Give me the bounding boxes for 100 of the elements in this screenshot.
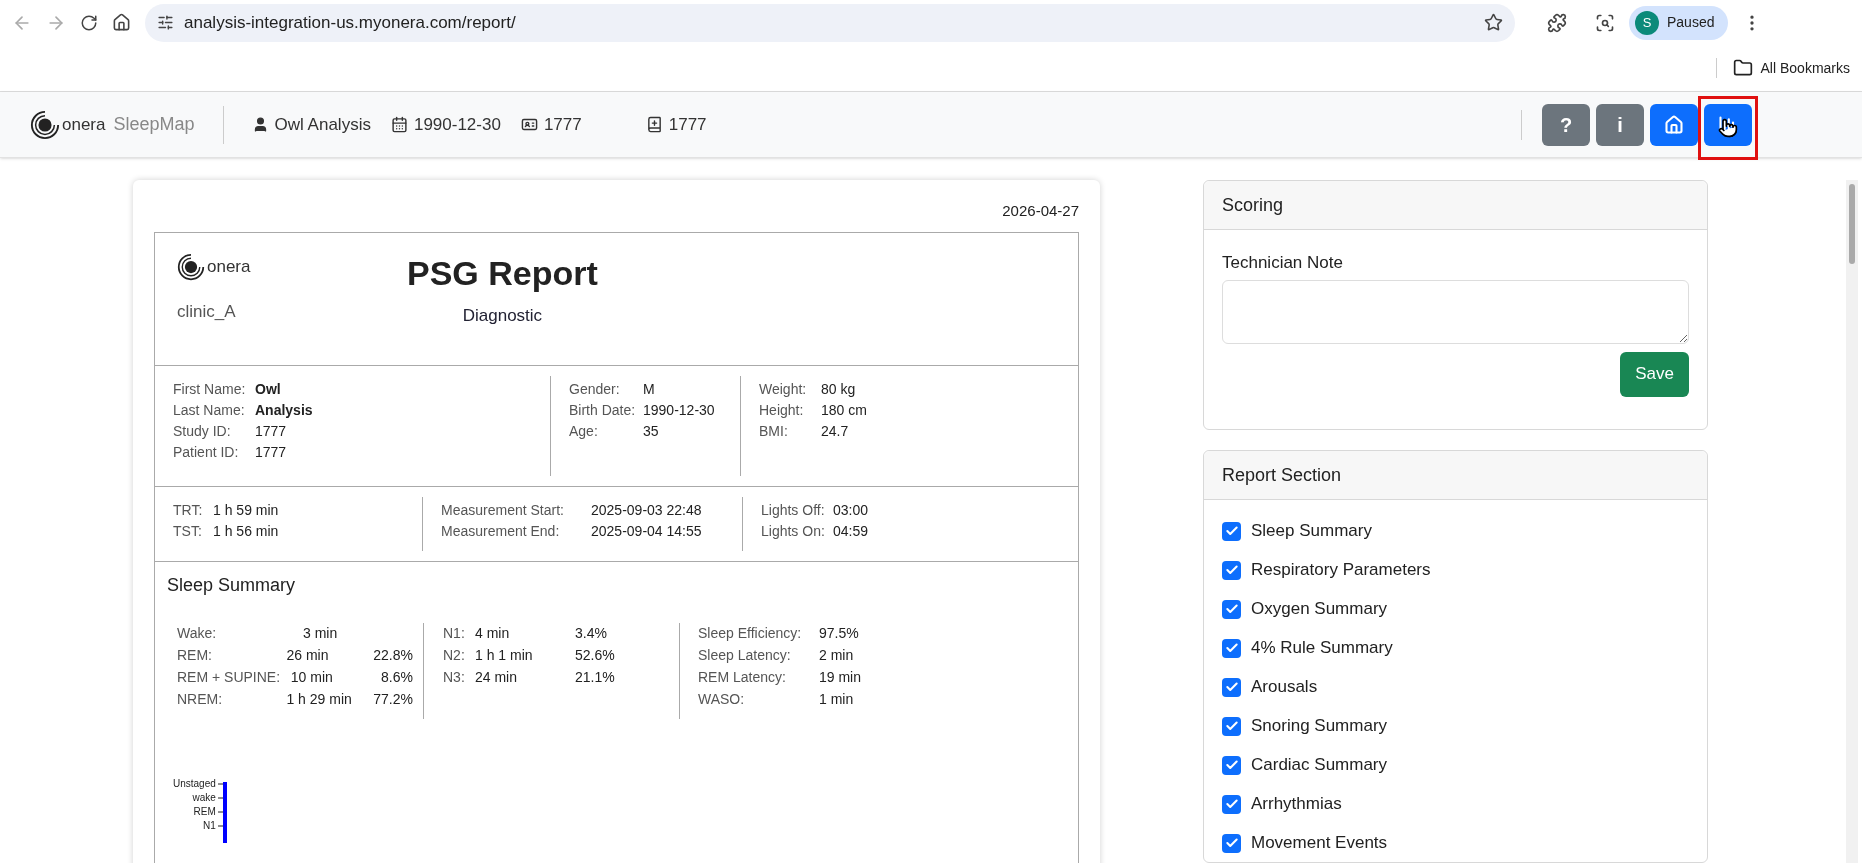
bookmark-star-icon[interactable] — [1484, 13, 1503, 32]
section-checkbox[interactable] — [1222, 599, 1241, 619]
summary-value: 1 min — [819, 690, 855, 709]
check-icon — [1224, 524, 1239, 538]
section-checkbox[interactable] — [1222, 560, 1241, 580]
help-button[interactable]: ? — [1542, 103, 1590, 146]
profile-avatar: S — [1635, 10, 1659, 35]
summary-value: 97.5% — [819, 624, 860, 643]
stage-label: wake — [192, 791, 216, 805]
check-icon — [1224, 797, 1239, 811]
patient-info-text: 1990-12-30 — [413, 113, 501, 136]
summary-label: REM Latency: — [698, 668, 787, 687]
logo-text: onera — [207, 256, 251, 279]
stage-label: REM — [193, 805, 216, 819]
field-value: 1 h 56 min — [213, 522, 279, 541]
screen-search-icon[interactable] — [1595, 12, 1615, 33]
section-label: Sleep Summary — [1251, 520, 1372, 543]
summary-label: Wake: — [177, 624, 218, 643]
stage-label: N1 — [203, 819, 216, 833]
id-icon — [520, 116, 538, 133]
url-text[interactable]: analysis-integration-us.myonera.com/report/ — [184, 9, 1474, 36]
field-value: 04:59 — [833, 522, 869, 541]
summary-value: 77.2% — [373, 690, 413, 709]
field-label: Birth Date: — [569, 401, 637, 420]
section-label: Oxygen Summary — [1251, 598, 1388, 621]
card-title: Scoring — [1222, 193, 1284, 217]
field-value: 35 — [643, 422, 659, 441]
summary-label: N3: — [443, 668, 466, 687]
home-button[interactable] — [1650, 103, 1698, 146]
chart-button[interactable] — [1704, 103, 1752, 146]
section-checkbox[interactable] — [1222, 794, 1241, 814]
scrollbar-thumb[interactable] — [1849, 184, 1855, 264]
summary-label: N1: — [443, 624, 466, 643]
summary-value: 2 min — [819, 646, 855, 665]
section-checkbox[interactable] — [1222, 677, 1241, 697]
report-subtitle: Diagnostic — [462, 305, 543, 327]
check-icon — [1224, 563, 1239, 577]
field-value: 2025-09-03 22:48 — [591, 501, 702, 520]
home-icon — [1664, 114, 1684, 135]
summary-value: 10 min — [290, 668, 334, 687]
summary-label: Sleep Latency: — [698, 646, 792, 665]
check-icon — [1224, 602, 1239, 616]
check-icon — [1224, 719, 1239, 733]
field-label: Measurement Start: — [441, 501, 565, 520]
section-label: Respiratory Parameters — [1251, 559, 1431, 582]
summary-label: N2: — [443, 646, 466, 665]
section-title: Sleep Summary — [167, 575, 296, 595]
field-label: TST: — [173, 522, 203, 541]
field-value: 1 h 59 min — [213, 501, 279, 520]
section-checkbox[interactable] — [1222, 638, 1241, 658]
home-icon[interactable] — [112, 13, 131, 32]
card-title: Report Section — [1222, 463, 1342, 487]
field-value: 1777 — [255, 422, 287, 441]
scrollbar[interactable] — [1846, 180, 1858, 863]
summary-value: 19 min — [819, 668, 863, 687]
summary-value: 21.1% — [575, 668, 615, 687]
address-bar[interactable]: analysis-integration-us.myonera.com/report/ — [145, 3, 1515, 42]
field-value: M — [643, 380, 655, 399]
field-label: Gender: — [569, 380, 621, 399]
summary-label: NREM: — [177, 690, 224, 709]
check-icon — [1224, 758, 1239, 772]
profile-button[interactable]: S Paused — [1629, 5, 1729, 40]
section-label: Arousals — [1251, 676, 1318, 699]
field-value: 80 kg — [821, 380, 856, 399]
patient-info-text: 1777 — [543, 113, 582, 136]
summary-value: 1 h 1 min — [475, 646, 534, 665]
logo-icon — [177, 253, 205, 281]
section-checkbox[interactable] — [1222, 521, 1241, 541]
field-label: Measurement End: — [441, 522, 561, 541]
summary-value: 22.8% — [373, 646, 413, 665]
section-checkbox[interactable] — [1222, 716, 1241, 736]
field-label: Age: — [569, 422, 599, 441]
field-value: 1990-12-30 — [643, 401, 715, 420]
summary-value: 3 min — [303, 624, 339, 643]
info-button[interactable]: i — [1596, 103, 1644, 146]
logo-icon — [30, 109, 60, 140]
section-checkbox[interactable] — [1222, 755, 1241, 775]
field-label: Lights Off: — [761, 501, 826, 520]
field-label: Lights On: — [761, 522, 826, 541]
summary-value: 8.6% — [381, 668, 413, 687]
reload-icon[interactable] — [80, 13, 98, 32]
summary-value: 24 min — [475, 668, 519, 687]
site-settings-icon[interactable] — [157, 14, 174, 31]
field-label: Height: — [759, 401, 805, 420]
save-button[interactable]: Save — [1620, 351, 1689, 397]
folder-icon — [1732, 58, 1753, 78]
bookmarks-folder[interactable]: All Bookmarks — [1732, 57, 1850, 79]
profile-status: Paused — [1667, 13, 1715, 32]
product-name: SleepMap — [113, 113, 195, 136]
summary-value: 3.4% — [575, 624, 607, 643]
summary-value: 1 h 29 min — [286, 690, 353, 709]
section-checkbox[interactable] — [1222, 833, 1241, 853]
note-field[interactable] — [1222, 279, 1689, 344]
calendar-icon — [390, 116, 408, 133]
note-label: Technician Note — [1222, 252, 1344, 274]
logo-text: onera — [62, 113, 106, 136]
field-value: 03:00 — [833, 501, 869, 520]
extensions-icon[interactable] — [1547, 12, 1567, 33]
section-label: Snoring Summary — [1251, 715, 1388, 738]
summary-value: 52.6% — [575, 646, 615, 665]
